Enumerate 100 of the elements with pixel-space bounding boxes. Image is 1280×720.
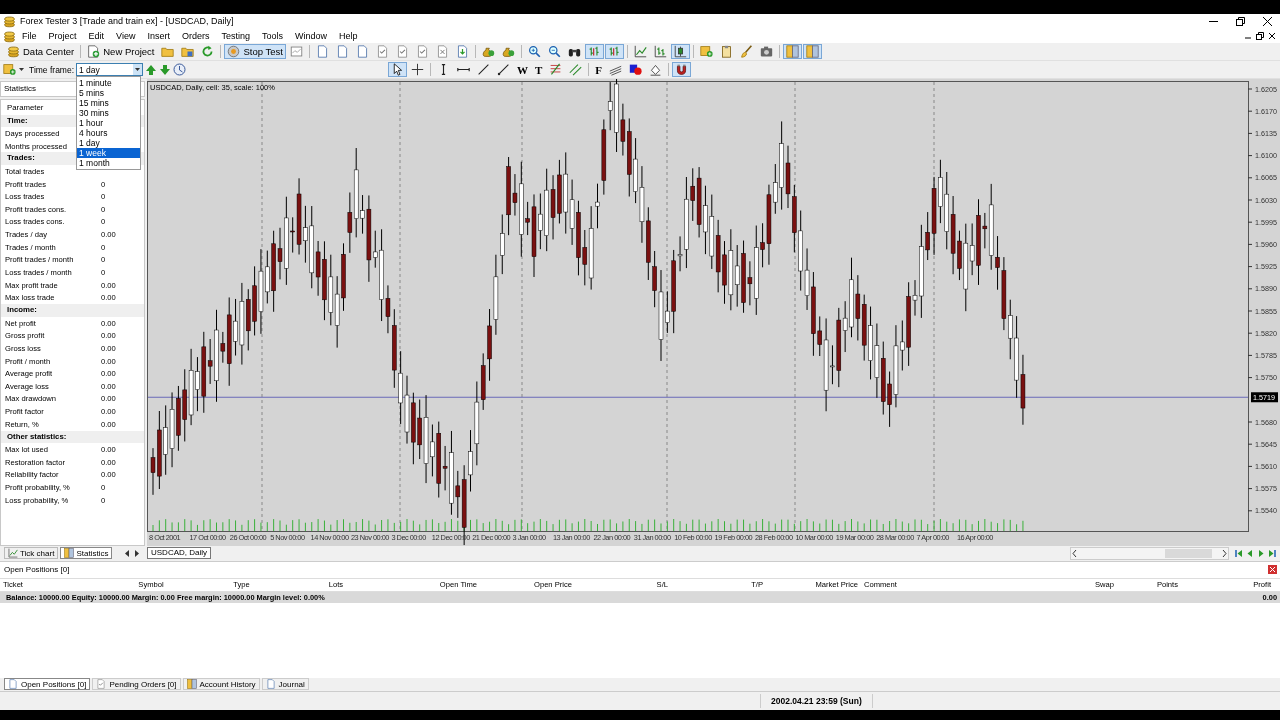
coins-icon [7, 45, 20, 59]
crosshair-icon [411, 63, 424, 76]
dropdown-option[interactable]: 1 day [77, 138, 141, 148]
candlestick-button[interactable] [670, 44, 690, 60]
dropdown-option[interactable]: 1 month [77, 158, 141, 168]
fibonacci-icon [549, 63, 563, 76]
clipboard-icon [719, 45, 733, 59]
add-chart-button[interactable] [2, 62, 25, 77]
close-icon[interactable] [1268, 32, 1276, 41]
ohlc-chart-icon [653, 45, 667, 59]
play-icon[interactable] [1257, 548, 1265, 558]
candlestick-icon [673, 45, 687, 59]
new-document-icon [87, 45, 101, 59]
letter-tool-button[interactable]: T [532, 62, 546, 77]
menu-item[interactable]: Edit [82, 31, 111, 42]
ray-icon [497, 63, 510, 76]
line-style-icon [609, 63, 623, 76]
panel-tab[interactable]: Account History [182, 678, 260, 691]
menu-item[interactable]: Orders [175, 31, 216, 42]
dropdown-option[interactable]: 1 hour [77, 118, 141, 128]
dropdown-option[interactable]: 5 mins [77, 88, 141, 98]
crossed-document-icon [435, 45, 449, 59]
menu-item[interactable]: View [110, 31, 142, 42]
close-icon[interactable] [1263, 16, 1272, 26]
panel-tab[interactable]: Pending Orders [0] [92, 678, 181, 691]
chart-tab[interactable]: USDCAD, Daily [147, 547, 211, 560]
menu-item[interactable]: Help [333, 31, 364, 42]
caret-icon [135, 68, 141, 71]
money-bag-icon [501, 45, 515, 59]
menu-item[interactable]: Tools [255, 31, 289, 42]
brush-icon [739, 45, 753, 59]
tile-windows-icon [186, 679, 197, 690]
scroll-right-icon[interactable] [133, 548, 141, 558]
menu-item[interactable]: File [16, 31, 43, 42]
menu-item[interactable]: Project [42, 31, 83, 42]
menu-item[interactable]: Testing [215, 31, 256, 42]
chevron-right-icon[interactable] [1221, 548, 1228, 558]
dropdown-option[interactable]: 1 week [77, 148, 141, 158]
refresh-icon [201, 45, 215, 59]
restore-icon[interactable] [1236, 16, 1245, 26]
document-arrow-icon [455, 45, 469, 59]
dropdown-option[interactable]: 4 hours [77, 128, 141, 138]
dropdown-option[interactable]: 15 mins [77, 98, 141, 108]
bar-chart-button[interactable] [584, 44, 604, 60]
timeframe-dropdown[interactable]: 1 day [76, 63, 144, 76]
trend-line-icon [477, 63, 490, 76]
skip-end-icon[interactable] [1268, 548, 1276, 558]
table-icon [64, 548, 75, 559]
status-time: 2002.04.21 23:59 (Sun) [770, 696, 863, 707]
zoom-out-icon [547, 45, 561, 59]
disc-icon [227, 45, 241, 59]
panel-title: Open Positions [0] [4, 565, 70, 575]
chart-add-icon [3, 63, 16, 76]
up-arrow-icon[interactable] [145, 63, 158, 76]
step-back-icon[interactable] [1246, 548, 1254, 558]
toolbar-button[interactable]: Data Center [4, 44, 78, 60]
bar-chart-button[interactable] [604, 44, 624, 60]
horizontal-scrollbar[interactable] [1070, 546, 1229, 560]
color-icon [629, 63, 643, 76]
panel-tab[interactable]: Open Positions [0] [4, 678, 91, 691]
checked-document-icon [395, 45, 409, 59]
panel-tab[interactable]: Statistics [60, 547, 113, 560]
down-arrow-icon[interactable] [159, 63, 172, 76]
tile-windows-button[interactable] [782, 44, 802, 60]
cursor-button[interactable] [388, 62, 407, 77]
clock-icon[interactable] [173, 63, 187, 76]
dropdown-option[interactable]: 1 minute [77, 78, 141, 88]
indicator-icon [699, 45, 713, 59]
channel-icon [569, 63, 583, 76]
checked-document-icon [415, 45, 429, 59]
toolbar-button[interactable]: New Project [84, 44, 158, 60]
camera-icon [759, 45, 773, 59]
toolbar-button[interactable]: Stop Test [224, 44, 286, 60]
paint-bucket-icon [649, 63, 663, 76]
menu-item[interactable]: Insert [141, 31, 176, 42]
cursor-icon [391, 63, 404, 76]
tile-windows-icon [785, 45, 799, 59]
skip-start-icon[interactable] [1235, 548, 1243, 558]
restore-icon[interactable] [1256, 32, 1264, 41]
document-logo-icon [3, 29, 16, 43]
menu-item[interactable]: Window [289, 31, 333, 42]
scroll-left-icon[interactable] [123, 548, 131, 558]
magnet-icon [675, 63, 689, 76]
letter-tool-button[interactable]: W [514, 62, 531, 77]
line-chart-icon [8, 548, 18, 559]
bar-chart-icon [587, 45, 601, 59]
line-chart-icon [633, 45, 647, 59]
zoom-in-icon [527, 45, 541, 59]
magnet-button[interactable] [672, 62, 692, 77]
letter-tool-button[interactable]: F [592, 62, 606, 77]
checked-document-icon [375, 45, 389, 59]
app-logo-icon [3, 14, 16, 28]
tile-windows-button[interactable] [802, 44, 822, 60]
window-title: Forex Tester 3 [Trade and train ex] - [USDCAD, Daily] [20, 16, 235, 27]
window-icon [289, 45, 303, 59]
folder-icon [181, 45, 195, 59]
panel-tab[interactable]: Tick chart [4, 547, 59, 560]
panel-tab[interactable]: Journal [261, 678, 309, 691]
chevron-left-icon[interactable] [1071, 548, 1078, 558]
money-bag-icon [481, 45, 495, 59]
